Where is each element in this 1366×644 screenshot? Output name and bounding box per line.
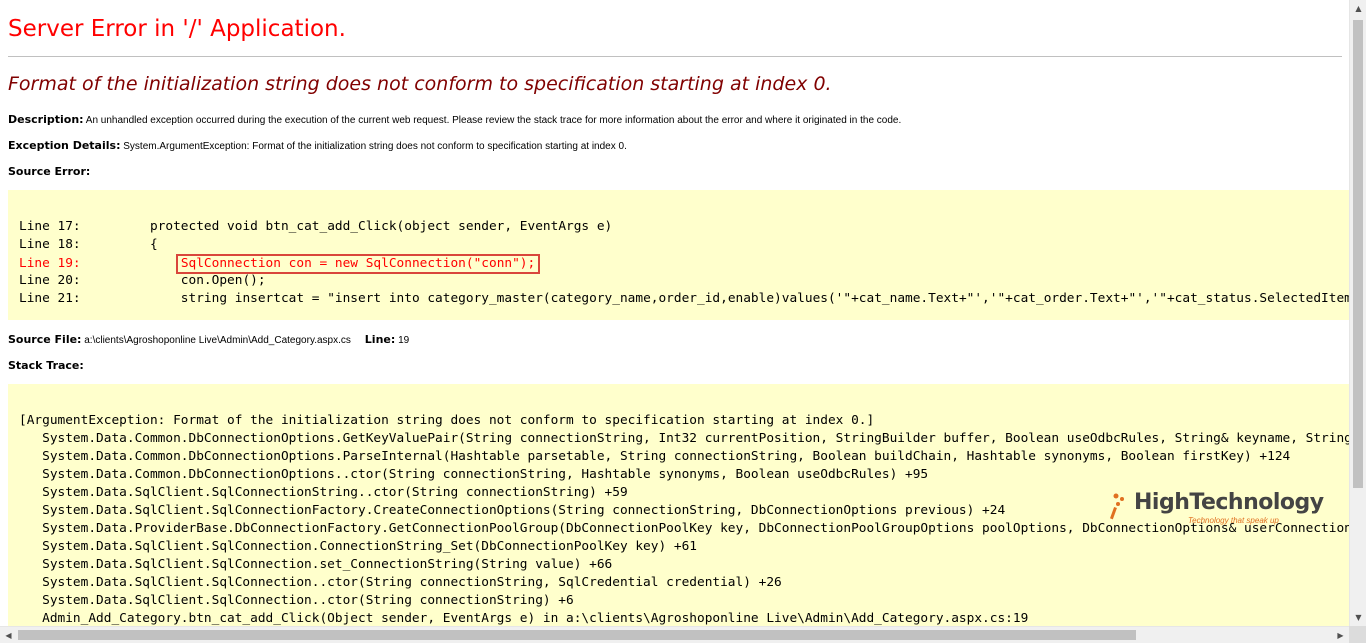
watermark-tagline: Technology that speak up (1188, 516, 1279, 525)
source-error-line-code: SqlConnection con = new SqlConnection("c… (175, 254, 541, 274)
source-error-heading: Source Error: (8, 165, 90, 178)
source-line-code: { (119, 237, 158, 252)
watermark-brand: HighTechnology (1134, 490, 1324, 515)
stack-trace-line: System.Data.Common.DbConnectionOptions..… (19, 467, 929, 482)
source-line-code: protected void btn_cat_add_Click(object … (119, 219, 613, 234)
source-line-number: Line 18: (19, 237, 120, 252)
stack-trace-line: System.Data.Common.DbConnectionOptions.P… (19, 449, 1291, 464)
source-line-number: Line 21: (19, 291, 120, 306)
stack-trace-line: System.Data.SqlClient.SqlConnection.set_… (19, 557, 613, 572)
horizontal-scrollbar[interactable]: ◀ ▶ (0, 626, 1349, 643)
stack-trace-line: [ArgumentException: Format of the initia… (19, 413, 875, 428)
source-file-path: a:\clients\Agroshoponline Live\Admin\Add… (84, 335, 351, 346)
page-title: Server Error in '/' Application. (8, 16, 346, 42)
source-line: Line 18: { (19, 236, 1349, 254)
scroll-down-arrow-icon[interactable]: ▼ (1350, 609, 1366, 626)
stack-trace-label: Stack Trace: (8, 359, 84, 372)
scroll-up-arrow-icon[interactable]: ▲ (1350, 0, 1366, 17)
scrollbar-corner (1349, 626, 1366, 643)
source-line-number: Line 17: (19, 219, 120, 234)
source-line: Line 17: protected void btn_cat_add_Clic… (19, 218, 1349, 236)
description-text: An unhandled exception occurred during t… (85, 115, 902, 126)
logo-mark-icon (1110, 493, 1124, 520)
source-line: Line 20: con.Open(); (19, 272, 1349, 290)
vertical-scroll-thumb[interactable] (1353, 20, 1363, 488)
watermark-logo: HighTechnology Technology that speak up (1110, 490, 1324, 530)
source-file-label: Source File: (8, 333, 82, 346)
exception-details-row: Exception Details: System.ArgumentExcept… (8, 139, 627, 152)
vertical-scrollbar[interactable]: ▲ ▼ (1349, 0, 1366, 626)
stack-trace-line: Admin_Add_Category.btn_cat_add_Click(Obj… (19, 611, 1029, 626)
source-error-label: Source Error: (8, 165, 91, 178)
source-line-number: Line 20: (19, 273, 120, 288)
source-line-label: Line: (364, 333, 396, 346)
source-line: Line 19: SqlConnection con = new SqlConn… (19, 254, 1349, 274)
source-line-value: 19 (398, 335, 410, 346)
error-message: Format of the initialization string does… (8, 73, 832, 95)
description-label: Description: (8, 113, 84, 126)
source-line-code: con.Open(); (119, 273, 266, 288)
source-code-block: Line 17: protected void btn_cat_add_Clic… (19, 218, 1349, 308)
page-viewport: Server Error in '/' Application. Format … (0, 0, 1349, 626)
exception-details-text: System.ArgumentException: Format of the … (123, 141, 627, 152)
source-file-row: Source File: a:\clients\Agroshoponline L… (8, 333, 409, 346)
source-error-box: Line 17: protected void btn_cat_add_Clic… (8, 190, 1349, 320)
exception-details-label: Exception Details: (8, 139, 121, 152)
stack-trace-heading: Stack Trace: (8, 359, 84, 372)
title-divider (8, 56, 1342, 57)
source-line-number: Line 19: (19, 256, 120, 271)
source-line: Line 21: string insertcat = "insert into… (19, 290, 1349, 308)
stack-trace-line: System.Data.Common.DbConnectionOptions.G… (19, 431, 1349, 446)
scroll-right-arrow-icon[interactable]: ▶ (1332, 627, 1349, 644)
horizontal-scroll-thumb[interactable] (18, 630, 1136, 640)
stack-trace-line: System.Data.SqlClient.SqlConnection..cto… (19, 593, 574, 608)
description-row: Description: An unhandled exception occu… (8, 113, 901, 126)
scroll-left-arrow-icon[interactable]: ◀ (0, 627, 17, 644)
stack-trace-line: System.Data.SqlClient.SqlConnection.Conn… (19, 539, 697, 554)
source-line-code: string insertcat = "insert into category… (119, 291, 1349, 306)
stack-trace-line: System.Data.SqlClient.SqlConnection..cto… (19, 575, 782, 590)
